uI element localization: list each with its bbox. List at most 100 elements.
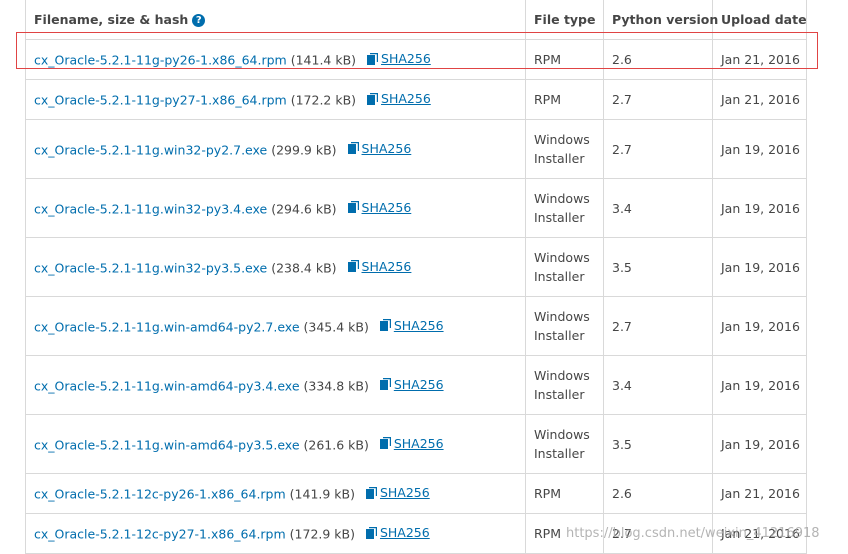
file-size: (294.6 kB): [271, 201, 337, 217]
sha256-label: SHA256: [393, 435, 444, 451]
copy-icon: [347, 142, 359, 155]
file-type-cell: RPM: [525, 79, 604, 120]
file-download-link[interactable]: cx_Oracle-5.2.1-11g-py26-1.x86_64.rpm: [34, 53, 287, 68]
python-version-cell: 3.5: [603, 237, 713, 297]
copy-icon: [379, 437, 391, 450]
file-size: (261.6 kB): [303, 437, 369, 453]
table-row-3: cx_Oracle-5.2.1-11g.win32-py2.7.exe (299…: [25, 119, 807, 179]
python-version-cell: 2.6: [603, 473, 713, 514]
file-size: (299.9 kB): [271, 142, 337, 158]
file-download-link[interactable]: cx_Oracle-5.2.1-11g.win-amd64-py2.7.exe: [34, 319, 300, 334]
file-download-link[interactable]: cx_Oracle-5.2.1-11g.win32-py2.7.exe: [34, 142, 267, 157]
file-type-line1: RPM: [534, 526, 562, 541]
upload-date-cell: Jan 19, 2016: [712, 414, 807, 474]
file-type-line1: RPM: [534, 92, 562, 107]
table-row-8: cx_Oracle-5.2.1-11g.win-amd64-py3.5.exe …: [25, 414, 807, 474]
copy-icon: [347, 201, 359, 214]
python-version-cell: 2.7: [603, 79, 713, 120]
filename-cell: cx_Oracle-5.2.1-11g.win32-py3.4.exe (294…: [25, 178, 526, 238]
filename-cell: cx_Oracle-5.2.1-12c-py27-1.x86_64.rpm (1…: [25, 513, 526, 554]
sha256-link[interactable]: SHA256: [365, 525, 430, 541]
file-type-cell: Windows Installer: [525, 296, 604, 356]
table-row-5: cx_Oracle-5.2.1-11g.win32-py3.5.exe (238…: [25, 237, 807, 297]
sha256-label: SHA256: [379, 485, 430, 501]
file-type-cell: Windows Installer: [525, 237, 604, 297]
sha256-link[interactable]: SHA256: [379, 376, 444, 392]
filename-cell: cx_Oracle-5.2.1-11g-py27-1.x86_64.rpm (1…: [25, 79, 526, 120]
copy-icon: [379, 319, 391, 332]
table-row-9: cx_Oracle-5.2.1-12c-py26-1.x86_64.rpm (1…: [25, 473, 807, 514]
python-version-cell: 2.7: [603, 296, 713, 356]
file-size: (345.4 kB): [303, 319, 369, 335]
file-download-link[interactable]: cx_Oracle-5.2.1-12c-py27-1.x86_64.rpm: [34, 527, 286, 542]
upload-date-cell: Jan 19, 2016: [712, 237, 807, 297]
file-size: (141.4 kB): [290, 52, 357, 68]
file-size: (334.8 kB): [303, 378, 369, 394]
copy-icon: [365, 486, 377, 499]
sha256-label: SHA256: [379, 525, 430, 541]
upload-date-cell: Jan 19, 2016: [712, 296, 807, 356]
header-filename-label: Filename, size & hash: [34, 11, 189, 27]
file-download-link[interactable]: cx_Oracle-5.2.1-11g.win-amd64-py3.5.exe: [34, 437, 300, 452]
file-type-line2: Installer: [534, 446, 585, 461]
upload-date-cell: Jan 19, 2016: [712, 178, 807, 238]
file-type-line2: Installer: [534, 269, 585, 284]
files-table-header: Filename, size & hash? File type Python …: [25, 0, 807, 40]
file-type-line1: Windows: [534, 250, 590, 265]
filename-cell: cx_Oracle-5.2.1-11g.win32-py3.5.exe (238…: [25, 237, 526, 297]
header-file-type: File type: [525, 0, 604, 40]
file-download-link[interactable]: cx_Oracle-5.2.1-11g.win32-py3.4.exe: [34, 201, 267, 216]
filename-cell: cx_Oracle-5.2.1-12c-py26-1.x86_64.rpm (1…: [25, 473, 526, 514]
watermark-text: https://blog.csdn.net/weixin_41216918: [566, 526, 820, 541]
filename-cell: cx_Oracle-5.2.1-11g.win32-py2.7.exe (299…: [25, 119, 526, 179]
sha256-label: SHA256: [361, 258, 412, 274]
file-type-line1: RPM: [534, 52, 562, 67]
header-filename: Filename, size & hash?: [25, 0, 526, 40]
table-row-1: cx_Oracle-5.2.1-11g-py26-1.x86_64.rpm (1…: [25, 39, 807, 80]
sha256-label: SHA256: [381, 51, 431, 67]
file-type-line1: Windows: [534, 132, 590, 147]
file-type-cell: Windows Installer: [525, 355, 604, 415]
sha256-label: SHA256: [361, 140, 412, 156]
file-size: (172.2 kB): [290, 92, 357, 108]
file-download-link[interactable]: cx_Oracle-5.2.1-11g.win32-py3.5.exe: [34, 260, 267, 275]
python-version-cell: 3.4: [603, 178, 713, 238]
sha256-label: SHA256: [393, 376, 444, 392]
file-type-line2: Installer: [534, 387, 585, 402]
upload-date-cell: Jan 21, 2016: [712, 39, 807, 80]
table-row-4: cx_Oracle-5.2.1-11g.win32-py3.4.exe (294…: [25, 178, 807, 238]
file-type-line1: Windows: [534, 309, 590, 324]
file-type-cell: Windows Installer: [525, 414, 604, 474]
file-download-link[interactable]: cx_Oracle-5.2.1-11g.win-amd64-py3.4.exe: [34, 378, 300, 393]
sha256-link[interactable]: SHA256: [365, 485, 430, 501]
sha256-link[interactable]: SHA256: [347, 258, 412, 274]
header-upload-date: Upload date: [712, 0, 807, 40]
table-row-2: cx_Oracle-5.2.1-11g-py27-1.x86_64.rpm (1…: [25, 79, 807, 120]
copy-icon: [347, 260, 359, 273]
sha256-link[interactable]: SHA256: [347, 199, 412, 215]
file-type-line2: Installer: [534, 210, 585, 225]
sha256-link[interactable]: SHA256: [379, 435, 444, 451]
python-version-cell: 3.5: [603, 414, 713, 474]
upload-date-cell: Jan 21, 2016: [712, 79, 807, 120]
python-version-cell: 3.4: [603, 355, 713, 415]
sha256-link[interactable]: SHA256: [367, 91, 431, 106]
files-table-body: cx_Oracle-5.2.1-11g-py26-1.x86_64.rpm (1…: [25, 39, 807, 554]
file-type-cell: RPM: [525, 39, 604, 80]
file-download-link[interactable]: cx_Oracle-5.2.1-12c-py26-1.x86_64.rpm: [34, 487, 286, 502]
sha256-link[interactable]: SHA256: [347, 140, 412, 156]
file-type-cell: Windows Installer: [525, 178, 604, 238]
filename-cell: cx_Oracle-5.2.1-11g.win-amd64-py3.4.exe …: [25, 355, 526, 415]
sha256-link[interactable]: SHA256: [367, 51, 431, 66]
sha256-link[interactable]: SHA256: [379, 318, 444, 333]
header-python-version: Python version: [603, 0, 718, 40]
file-download-link[interactable]: cx_Oracle-5.2.1-11g-py27-1.x86_64.rpm: [34, 93, 287, 108]
sha256-label: SHA256: [361, 199, 412, 215]
copy-icon: [367, 92, 379, 105]
file-type-cell: RPM: [525, 473, 604, 514]
python-version-cell: 2.6: [603, 39, 713, 80]
file-type-line2: Installer: [534, 328, 585, 343]
file-type-line1: Windows: [534, 368, 590, 383]
question-circle-icon[interactable]: ?: [192, 13, 206, 27]
file-type-line1: RPM: [534, 486, 562, 501]
